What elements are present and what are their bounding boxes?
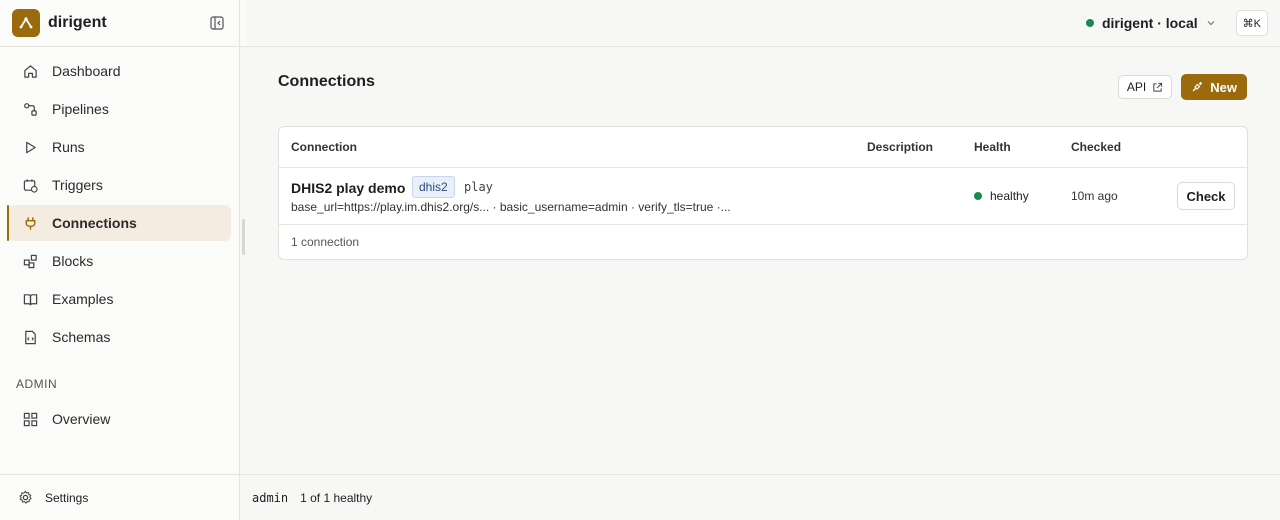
sidebar-item-examples[interactable]: Examples <box>8 281 231 317</box>
sidebar-item-label: Runs <box>52 139 85 155</box>
table-footer: 1 connection <box>291 235 360 249</box>
health-dot <box>974 192 982 200</box>
column-health: Health <box>974 140 1011 154</box>
sidebar-item-label: Blocks <box>52 253 94 269</box>
new-button-label: New <box>1210 79 1237 95</box>
pipeline-icon <box>22 101 38 117</box>
external-link-icon <box>1152 82 1163 93</box>
topbar: dirigent · local ⌘K <box>247 0 1280 47</box>
connection-type-tag: dhis2 <box>412 176 455 198</box>
sidebar-item-label: Triggers <box>52 177 103 193</box>
checked-time: 10m ago <box>1071 189 1118 203</box>
calendar-clock-icon <box>22 177 38 193</box>
plug-icon <box>22 215 38 231</box>
logo-icon[interactable] <box>12 9 40 37</box>
api-button-label: API <box>1126 80 1147 94</box>
new-connection-button[interactable]: New <box>1181 74 1247 100</box>
sidebar-item-schemas[interactable]: Schemas <box>8 319 231 355</box>
sidebar-item-label: Connections <box>52 215 137 231</box>
home-icon <box>22 63 38 79</box>
sidebar-item-runs[interactable]: Runs <box>8 129 231 165</box>
app-name: dirigent <box>48 14 107 31</box>
check-button[interactable]: Check <box>1177 182 1235 210</box>
page-actions: API New <box>1117 74 1247 100</box>
connections-table: Connection Description Health Checked DH… <box>278 126 1248 260</box>
sidebar-item-dashboard[interactable]: Dashboard <box>8 53 231 89</box>
settings-label: Settings <box>45 490 89 505</box>
environment-label: dirigent · local <box>1101 15 1198 31</box>
play-icon <box>22 139 38 155</box>
page-title: Connections <box>278 73 375 90</box>
sidebar-item-label: Schemas <box>52 329 111 345</box>
command-palette-button[interactable]: ⌘K <box>1235 10 1268 36</box>
blocks-icon <box>22 253 38 269</box>
brand: dirigent <box>0 0 239 47</box>
main-content: Connections API New Connection Descripti… <box>240 47 1280 474</box>
health-status: healthy <box>974 189 1029 203</box>
environment-switcher[interactable]: dirigent · local <box>1085 15 1216 31</box>
column-description: Description <box>867 140 934 154</box>
api-button[interactable]: API <box>1117 75 1173 99</box>
file-code-icon <box>22 329 38 345</box>
topbar-spacer <box>240 0 247 47</box>
health-label: healthy <box>990 189 1029 203</box>
sidebar-item-triggers[interactable]: Triggers <box>8 167 231 203</box>
column-checked: Checked <box>1071 140 1122 154</box>
column-connection: Connection <box>291 140 357 154</box>
sidebar-item-blocks[interactable]: Blocks <box>8 243 231 279</box>
gear-icon <box>18 490 33 505</box>
sidebar-item-label: Pipelines <box>52 101 109 117</box>
sidebar-item-connections[interactable]: Connections <box>7 205 231 241</box>
connection-name[interactable]: DHIS2 play demo <box>291 180 405 196</box>
table-row[interactable]: DHIS2 play demo dhis2 play base_url=http… <box>279 168 1247 225</box>
table-header: Connection Description Health Checked <box>279 127 1247 168</box>
environment-status-dot <box>1085 19 1094 27</box>
connection-label-tag: play <box>464 180 493 194</box>
sidebar-nav: Dashboard Pipelines Runs Triggers Connec… <box>0 47 239 437</box>
sidebar-item-settings[interactable]: Settings <box>0 474 239 520</box>
plug-plus-icon <box>1191 81 1203 93</box>
book-icon <box>22 291 38 307</box>
sidebar-item-label: Examples <box>52 291 114 307</box>
sidebar-item-overview[interactable]: Overview <box>8 401 231 437</box>
grid-icon <box>22 411 38 427</box>
sidebar-collapse-icon[interactable] <box>207 13 227 33</box>
admin-section-heading: ADMIN <box>16 377 58 391</box>
sidebar: dirigent Dashboard Pipelines Runs Trigge… <box>0 0 240 520</box>
sidebar-item-label: Overview <box>52 411 111 427</box>
connection-config: base_url=https://play.im.dhis2.org/s... … <box>291 200 731 214</box>
current-user: admin <box>252 490 289 505</box>
sidebar-item-label: Dashboard <box>52 63 121 79</box>
health-summary: 1 of 1 healthy <box>300 490 373 505</box>
sidebar-item-pipelines[interactable]: Pipelines <box>8 91 231 127</box>
status-bar: admin 1 of 1 healthy <box>240 474 1280 520</box>
chevron-down-icon <box>1206 18 1216 28</box>
